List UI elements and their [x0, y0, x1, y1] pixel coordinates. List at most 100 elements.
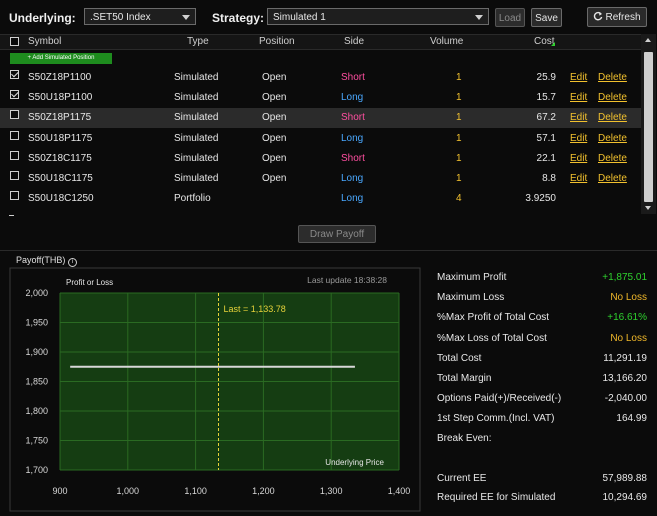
- col-symbol[interactable]: Symbol: [28, 36, 61, 47]
- stat-label: Maximum Profit: [437, 272, 507, 283]
- cell-position: Open: [262, 173, 287, 184]
- cell-symbol: S50U18C1250: [28, 193, 94, 205]
- cell-type: Simulated: [174, 173, 219, 184]
- cell-type: Simulated: [174, 72, 219, 83]
- delete-link[interactable]: Delete: [598, 173, 627, 184]
- cell-volume: 1: [456, 112, 462, 124]
- payoff-chart: Last = 1,133.78 2,000 1,950 1,900 1,850 1,80…: [9, 267, 421, 512]
- row-checkbox[interactable]: [10, 171, 19, 180]
- x-tick-label: 1,300: [320, 486, 343, 496]
- cell-cost: 15.7: [536, 92, 556, 104]
- chevron-down-icon: [475, 15, 483, 20]
- row-checkbox[interactable]: [10, 130, 19, 140]
- ee-value: 57,989.88: [602, 473, 648, 484]
- save-button[interactable]: Save: [531, 8, 562, 27]
- cell-side: Long: [341, 193, 364, 205]
- chevron-down-icon: [182, 15, 190, 20]
- stat-value: No Loss: [610, 333, 647, 344]
- table-row[interactable]: S50U18P1175 Simulated Open Long 1 57.1 Edit Del…: [0, 129, 641, 149]
- y-tick-label: 1,850: [25, 377, 48, 387]
- col-side[interactable]: Side: [344, 36, 364, 47]
- scroll-down-icon[interactable]: [645, 206, 651, 210]
- draw-payoff-button[interactable]: Draw Payoff: [298, 225, 376, 243]
- row-checkbox[interactable]: [10, 110, 19, 120]
- y-tick-label: 1,700: [25, 465, 48, 475]
- x-tick-label: 1,400: [388, 486, 411, 496]
- cell-volume: 1: [456, 72, 462, 83]
- cell-type: Simulated: [174, 152, 219, 164]
- cell-cost: 3.9250: [525, 193, 556, 205]
- cell-position: Open: [262, 112, 287, 124]
- refresh-button[interactable]: Refresh: [587, 7, 647, 27]
- ee-value: 10,294.69: [602, 492, 648, 503]
- table-row[interactable]: S50Z18P1100 Simulated Open Short 1 25.9 Edit De…: [0, 68, 641, 88]
- delete-link[interactable]: Delete: [598, 133, 627, 144]
- delete-link[interactable]: Delete: [598, 112, 627, 123]
- edit-link[interactable]: Edit: [570, 112, 587, 123]
- table-row[interactable]: S50U18C1250 Portfolio Long 4 3.9250: [0, 189, 641, 209]
- strategy-select[interactable]: Simulated 1: [267, 8, 489, 25]
- x-tick-label: 1,200: [252, 486, 275, 496]
- edit-link[interactable]: Edit: [570, 133, 587, 144]
- table-row[interactable]: S50Z18C1175 Simulated Open Short 1 22.1 Edit De…: [0, 149, 641, 169]
- sort-indicator-icon: [551, 42, 555, 46]
- cell-type: Simulated: [174, 132, 219, 144]
- delete-link[interactable]: Delete: [598, 153, 627, 164]
- cell-symbol: S50Z18C1175: [28, 152, 92, 164]
- underlying-select[interactable]: .SET50 Index: [84, 8, 196, 25]
- edit-link[interactable]: Edit: [570, 92, 587, 103]
- y-tick-labels: 2,000 1,950 1,900 1,850 1,800 1,750 1,700: [25, 288, 48, 475]
- delete-link[interactable]: Delete: [598, 72, 627, 83]
- table-row[interactable]: S50U18P1100 Simulated Open Long 1 15.7 Edit Del…: [0, 88, 641, 108]
- col-position[interactable]: Position: [259, 36, 295, 47]
- last-update: Last update 18:38:28: [307, 275, 387, 285]
- stat-label: 1st Step Comm.(Incl. VAT): [437, 413, 555, 424]
- col-type[interactable]: Type: [187, 36, 209, 47]
- y-tick-label: 1,800: [25, 406, 48, 416]
- cell-volume: 4: [456, 193, 462, 205]
- cell-volume: 1: [456, 132, 462, 144]
- load-button[interactable]: Load: [495, 8, 525, 27]
- cell-cost: 8.8: [542, 173, 556, 184]
- edit-link[interactable]: Edit: [570, 153, 587, 164]
- refresh-icon: [594, 11, 603, 21]
- ee-label: Current EE: [437, 473, 487, 484]
- cell-side: Long: [341, 173, 364, 184]
- cell-cost: 25.9: [536, 72, 556, 83]
- cell-volume: 1: [456, 152, 462, 164]
- stat-value: +16.61%: [607, 312, 647, 323]
- row-checkbox[interactable]: [10, 150, 19, 160]
- cell-position: Open: [262, 152, 287, 164]
- stat-label: Total Margin: [437, 373, 492, 384]
- table-row[interactable]: S50U18C1175 Simulated Open Long 1 8.8 Edit Dele…: [0, 169, 641, 189]
- col-volume[interactable]: Volume: [430, 36, 463, 47]
- x-axis-label: Underlying Price: [325, 458, 384, 467]
- add-simulated-position-button[interactable]: + Add Simulated Position: [10, 53, 112, 64]
- edit-link[interactable]: Edit: [570, 72, 587, 83]
- underlying-value: .SET50 Index: [90, 12, 151, 23]
- scroll-up-icon[interactable]: [645, 38, 651, 42]
- row-checkbox[interactable]: [10, 191, 19, 201]
- cell-symbol: S50U18P1175: [28, 132, 93, 144]
- ee-label: Required EE for Simulated: [437, 492, 556, 503]
- scrollbar-thumb[interactable]: [644, 52, 653, 202]
- stat-label: Options Paid(+)/Received(-): [437, 393, 562, 404]
- delete-link[interactable]: Delete: [598, 92, 627, 103]
- stat-label: %Max Loss of Total Cost: [437, 333, 547, 344]
- stat-value: No Loss: [610, 292, 647, 303]
- cell-position: Open: [262, 72, 287, 83]
- strategy-label: Strategy:: [212, 11, 265, 25]
- divider: [0, 250, 657, 251]
- edit-link[interactable]: Edit: [570, 173, 587, 184]
- table-row[interactable]: S50Z18P1175 Simulated Open Short 1 67.2 Edit De…: [0, 108, 641, 129]
- cell-side: Long: [341, 132, 364, 144]
- cell-cost: 67.2: [536, 112, 556, 124]
- row-checkbox[interactable]: [10, 90, 19, 100]
- stat-value: -2,040.00: [604, 393, 647, 404]
- select-all-checkbox[interactable]: [10, 37, 19, 46]
- cell-cost: 22.1: [536, 152, 556, 164]
- stat-value: 13,166.20: [602, 373, 648, 384]
- row-checkbox[interactable]: [10, 70, 19, 79]
- partial-row-checkbox: [9, 215, 14, 216]
- cell-cost: 57.1: [536, 132, 556, 144]
